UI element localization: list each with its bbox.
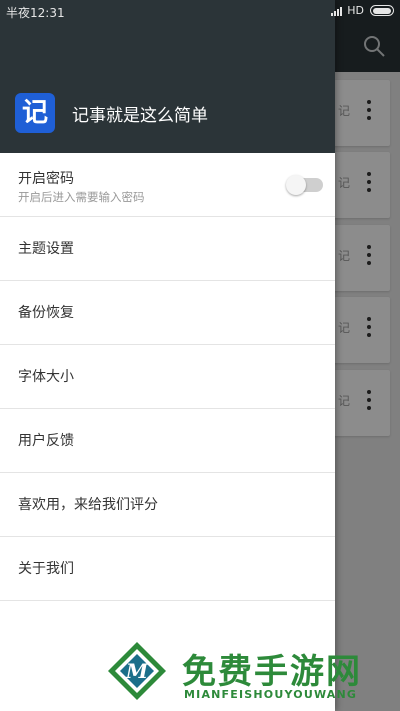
watermark-logo-icon: M (108, 642, 166, 700)
menu-item-label: 字体大小 (18, 369, 74, 385)
menu-item-sublabel: 开启后进入需要输入密码 (18, 190, 145, 204)
menu-item-about[interactable]: 关于我们 (0, 537, 335, 601)
status-time: 半夜12:31 (6, 6, 65, 20)
app-logo-icon: 记 (15, 93, 55, 133)
menu-item-label: 关于我们 (18, 561, 74, 577)
menu-item-label: 喜欢用，来给我们评分 (18, 497, 158, 513)
app-slogan: 记事就是这么简单 (72, 106, 208, 126)
signal-icon (331, 6, 343, 16)
menu-item-font-size[interactable]: 字体大小 (0, 345, 335, 409)
menu-item-label: 开启密码 (18, 171, 74, 187)
watermark: M 免费手游网 MIANFEISHOUYOUWANG (106, 640, 396, 708)
menu-item-label: 备份恢复 (18, 305, 74, 321)
menu-item-password[interactable]: 开启密码 开启后进入需要输入密码 (0, 153, 335, 217)
navigation-drawer: 记 记事就是这么简单 开启密码 开启后进入需要输入密码 主题设置 备份恢复 字体… (0, 0, 335, 711)
menu-item-feedback[interactable]: 用户反馈 (0, 409, 335, 473)
menu-item-theme[interactable]: 主题设置 (0, 217, 335, 281)
toggle-knob (286, 175, 306, 195)
password-toggle[interactable] (286, 175, 323, 195)
svg-text:M: M (125, 659, 149, 683)
battery-icon (370, 5, 394, 16)
watermark-title: 免费手游网 (182, 652, 362, 692)
watermark-subtitle: MIANFEISHOUYOUWANG (184, 688, 358, 701)
menu-item-label: 用户反馈 (18, 433, 74, 449)
network-type: HD (347, 4, 364, 17)
status-bar: 半夜12:31 HD (0, 0, 400, 24)
menu-item-rate[interactable]: 喜欢用，来给我们评分 (0, 473, 335, 537)
menu-item-label: 主题设置 (18, 241, 74, 257)
menu-item-backup[interactable]: 备份恢复 (0, 281, 335, 345)
status-indicators: HD (331, 4, 394, 17)
